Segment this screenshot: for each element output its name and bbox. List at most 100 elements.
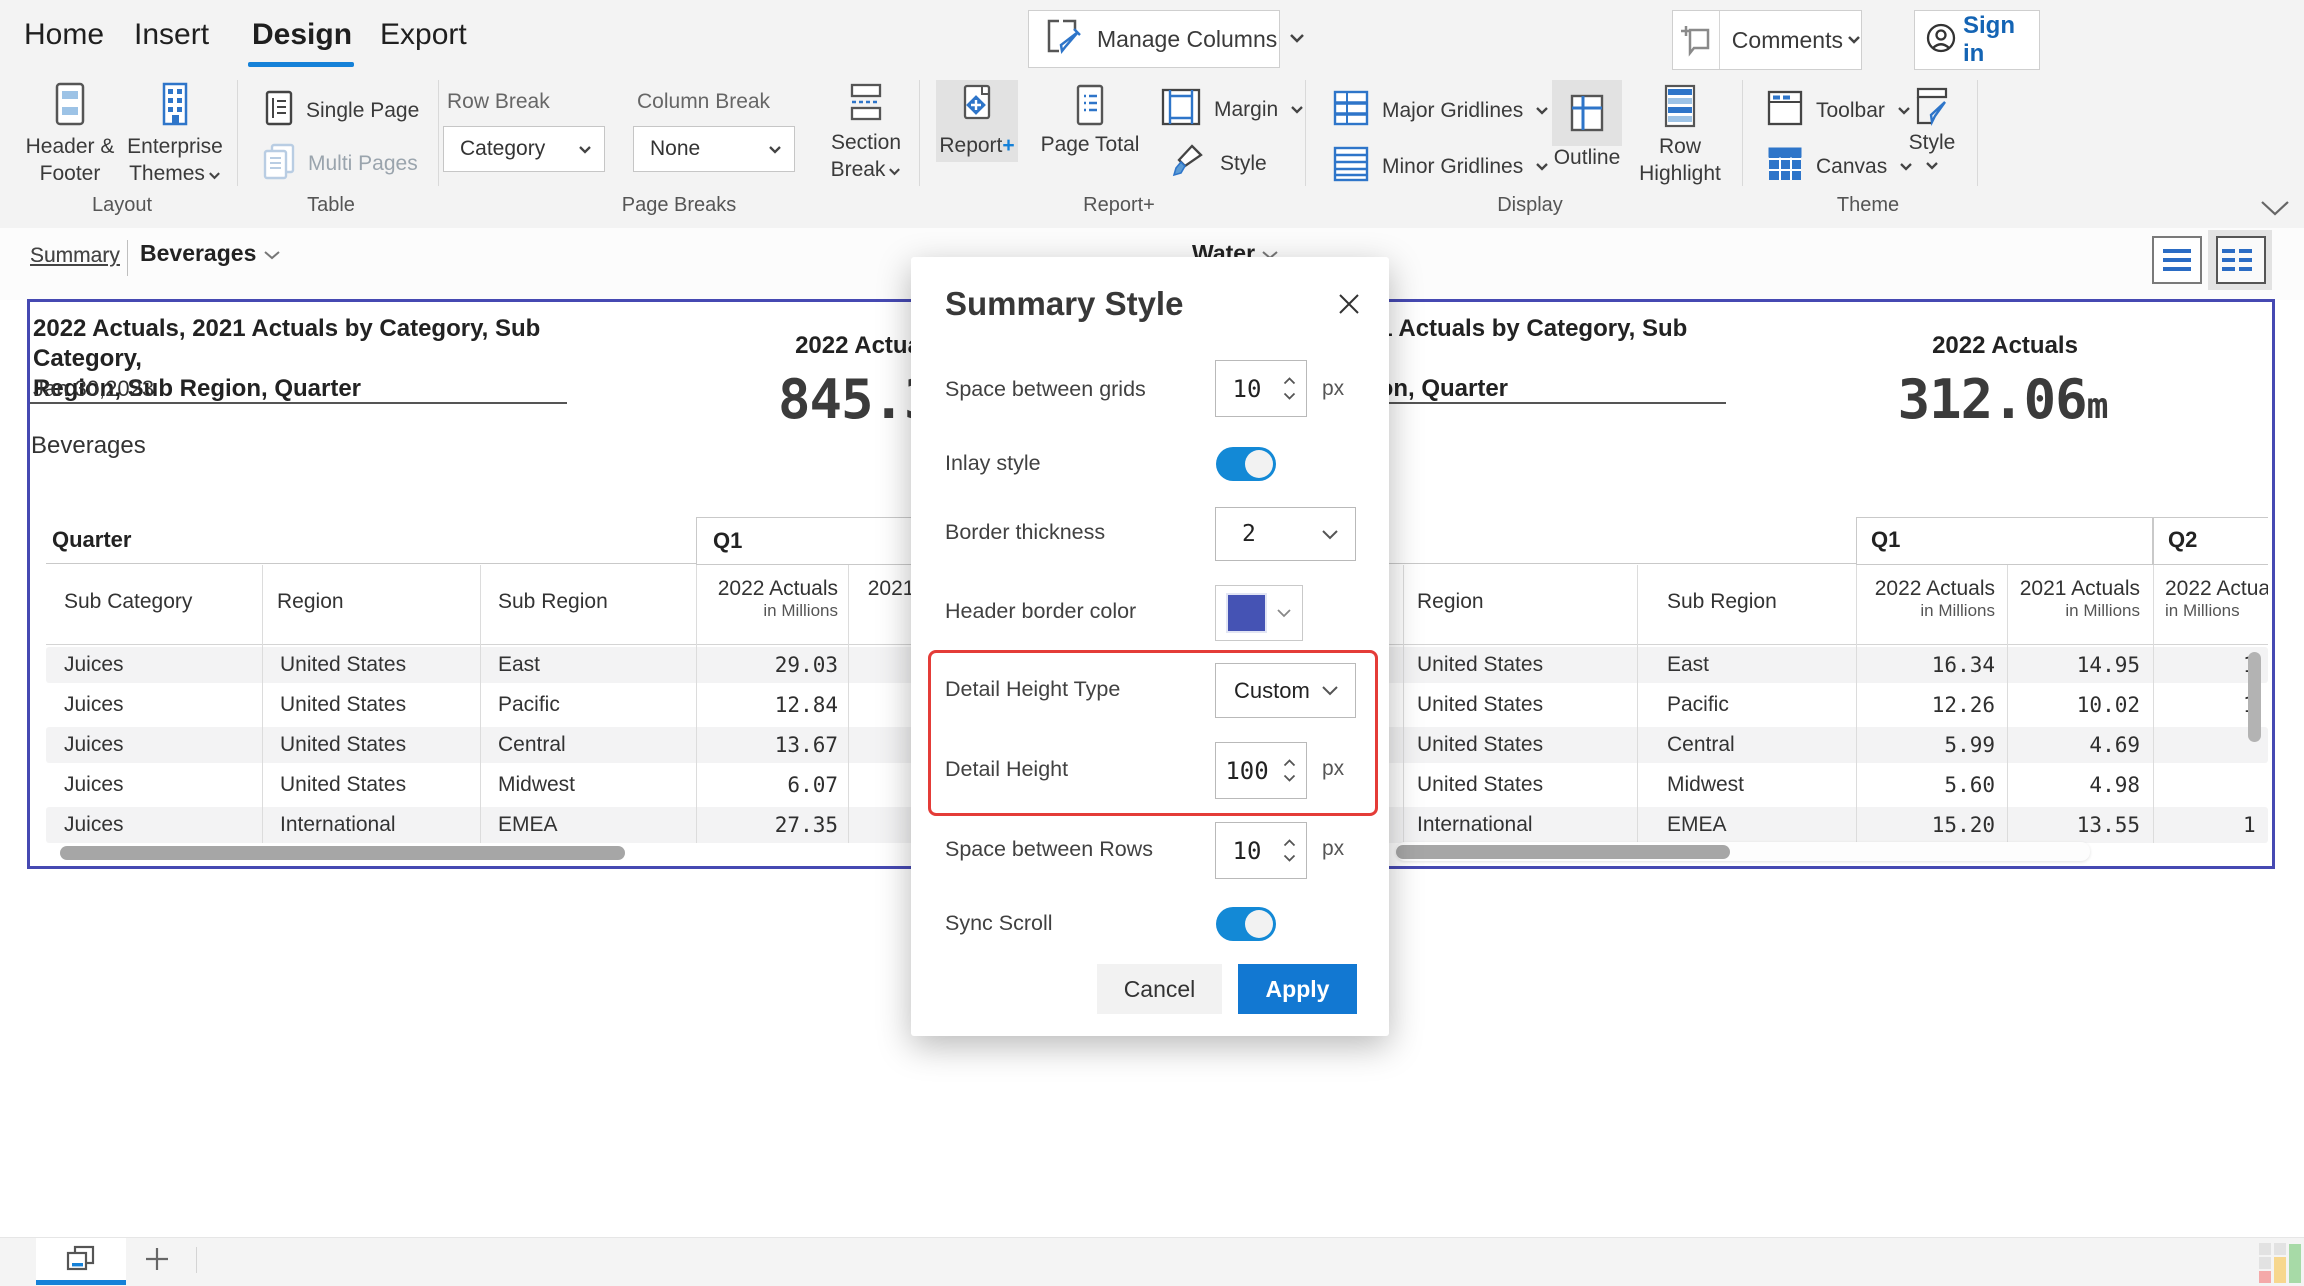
cancel-button[interactable]: Cancel <box>1097 964 1222 1014</box>
margin-button[interactable]: Margin <box>1160 88 1304 131</box>
manage-columns-button[interactable]: Manage Columns <box>1028 10 1280 68</box>
table-cell: Central <box>1667 733 1735 757</box>
outline-button[interactable]: Outline <box>1552 80 1622 170</box>
column-break-value: None <box>650 137 700 161</box>
page-tab-bar <box>0 1237 2304 1286</box>
chevron-down-icon <box>1289 30 1305 48</box>
table-cell: Juices <box>64 733 124 757</box>
right-vertical-scrollbar[interactable] <box>2248 652 2261 742</box>
canvas-button[interactable]: Canvas <box>1766 146 1913 187</box>
toolbar-button[interactable]: Toolbar <box>1766 90 1911 131</box>
title-underline <box>30 402 567 404</box>
unit-label: px <box>1322 757 1344 781</box>
apply-button[interactable]: Apply <box>1238 964 1357 1014</box>
single-page-button[interactable]: Single Page <box>264 90 419 131</box>
section-break-button[interactable]: SectionBreak <box>826 82 906 183</box>
table-cell: EMEA <box>1667 813 1727 837</box>
ribbon-tab-home[interactable]: Home <box>24 18 104 52</box>
page-tab-active[interactable] <box>36 1238 126 1280</box>
spinner-arrows[interactable] <box>1278 377 1300 400</box>
report-plus-button[interactable]: Report+ <box>936 80 1018 162</box>
active-page-tab-underline <box>36 1280 126 1285</box>
theme-style-button[interactable]: Style <box>1896 86 1968 175</box>
major-gridlines-button[interactable]: Major Gridlines <box>1332 90 1549 131</box>
style-label: Style <box>1220 152 1267 176</box>
table-cell: Pacific <box>1667 693 1729 717</box>
page-total-button[interactable]: Page Total <box>1034 84 1146 157</box>
ribbon-tab-insert[interactable]: Insert <box>134 18 209 52</box>
detail-height-type-select[interactable]: Custom <box>1215 663 1356 718</box>
row-highlight-button[interactable]: RowHighlight <box>1630 84 1730 187</box>
style-button[interactable]: Style <box>1168 142 1267 185</box>
table-cell: United States <box>280 773 406 797</box>
column-line <box>2153 565 2154 843</box>
enterprise-themes-button[interactable]: Enterprise Themes <box>116 82 234 187</box>
single-page-icon <box>264 90 294 131</box>
comments-button[interactable]: Comments <box>1672 10 1862 70</box>
multi-pages-label: Multi Pages <box>308 152 418 176</box>
ribbon-tab-design[interactable]: Design <box>252 18 352 52</box>
logo-yellow-bar <box>2274 1257 2286 1283</box>
left-col-sub-category: Sub Category <box>64 590 192 614</box>
inlay-style-toggle[interactable] <box>1216 447 1276 481</box>
row-break-select[interactable]: Category <box>443 126 605 172</box>
table-cell: United States <box>1417 693 1543 717</box>
right-col-2022-q1: 2022 Actualsin Millions <box>1865 577 1995 621</box>
table-cell: Central <box>498 733 566 757</box>
spinner-arrows[interactable] <box>1278 759 1300 782</box>
column-line <box>848 565 849 843</box>
single-column-view-button[interactable] <box>2152 236 2202 284</box>
table-cell: Pacific <box>498 693 560 717</box>
ribbon-tab-export[interactable]: Export <box>380 18 467 52</box>
enterprise-themes-icon <box>156 115 194 132</box>
chevron-down-icon <box>1290 105 1304 114</box>
multi-pages-button[interactable]: Multi Pages <box>262 142 418 185</box>
collapse-ribbon-chevron-icon[interactable] <box>2258 198 2292 223</box>
right-q1-group-cell: Q1 <box>1856 517 2153 565</box>
column-break-select[interactable]: None <box>633 126 795 172</box>
logo-red-bar <box>2259 1271 2271 1283</box>
header-border-color-picker[interactable] <box>1215 585 1303 641</box>
table-cell: United States <box>280 733 406 757</box>
tab-summary-link[interactable]: Summary <box>30 244 120 268</box>
right-horizontal-scrollbar[interactable] <box>1396 845 1730 859</box>
table-cell-number: 5.60 <box>1855 773 1995 797</box>
table-cell: Juices <box>64 653 124 677</box>
major-gridlines-icon <box>1332 90 1370 131</box>
table-cell: EMEA <box>498 813 558 837</box>
dialog-title: Summary Style <box>945 285 1183 323</box>
table-cell-number: 27.35 <box>690 813 838 837</box>
space-between-rows-input[interactable]: 10 <box>1215 822 1307 879</box>
enterprise-themes-label: Enterprise Themes <box>116 133 234 187</box>
table-cell-number: 12.26 <box>1855 693 1995 717</box>
multi-pages-icon <box>262 142 296 185</box>
canvas-label: Canvas <box>1816 155 1887 179</box>
close-icon[interactable] <box>1335 290 1363 323</box>
toggle-knob <box>1245 450 1273 478</box>
manage-columns-icon <box>1045 18 1085 61</box>
two-column-view-button[interactable] <box>2216 236 2266 284</box>
border-thickness-select[interactable]: 2 <box>1215 507 1356 561</box>
outline-label: Outline <box>1552 146 1622 170</box>
logo-square <box>2259 1257 2271 1269</box>
left-horizontal-scrollbar[interactable] <box>60 846 625 860</box>
add-comment-icon <box>1673 11 1720 69</box>
layout-group-label: Layout <box>92 194 152 217</box>
sign-in-button[interactable]: Sign in <box>1914 10 2040 70</box>
space-between-grids-input[interactable]: 10 <box>1215 360 1307 417</box>
header-footer-button[interactable]: Header & Footer <box>24 82 116 187</box>
tab-beverages[interactable]: Beverages <box>140 240 281 267</box>
spinner-arrows[interactable] <box>1278 839 1300 862</box>
display-group-label: Display <box>1497 194 1563 217</box>
right-col-sub-region: Sub Region <box>1667 590 1777 614</box>
theme-group-label: Theme <box>1837 194 1899 217</box>
pages-icon <box>64 1244 98 1274</box>
detail-height-label: Detail Height <box>945 757 1068 782</box>
sync-scroll-toggle[interactable] <box>1216 907 1276 941</box>
chevron-down-icon <box>1276 608 1292 618</box>
detail-height-input[interactable]: 100 <box>1215 742 1307 799</box>
group-divider <box>438 80 439 186</box>
minor-gridlines-button[interactable]: Minor Gridlines <box>1332 146 1549 187</box>
add-page-button[interactable] <box>126 1238 188 1280</box>
column-line <box>1637 565 1638 843</box>
